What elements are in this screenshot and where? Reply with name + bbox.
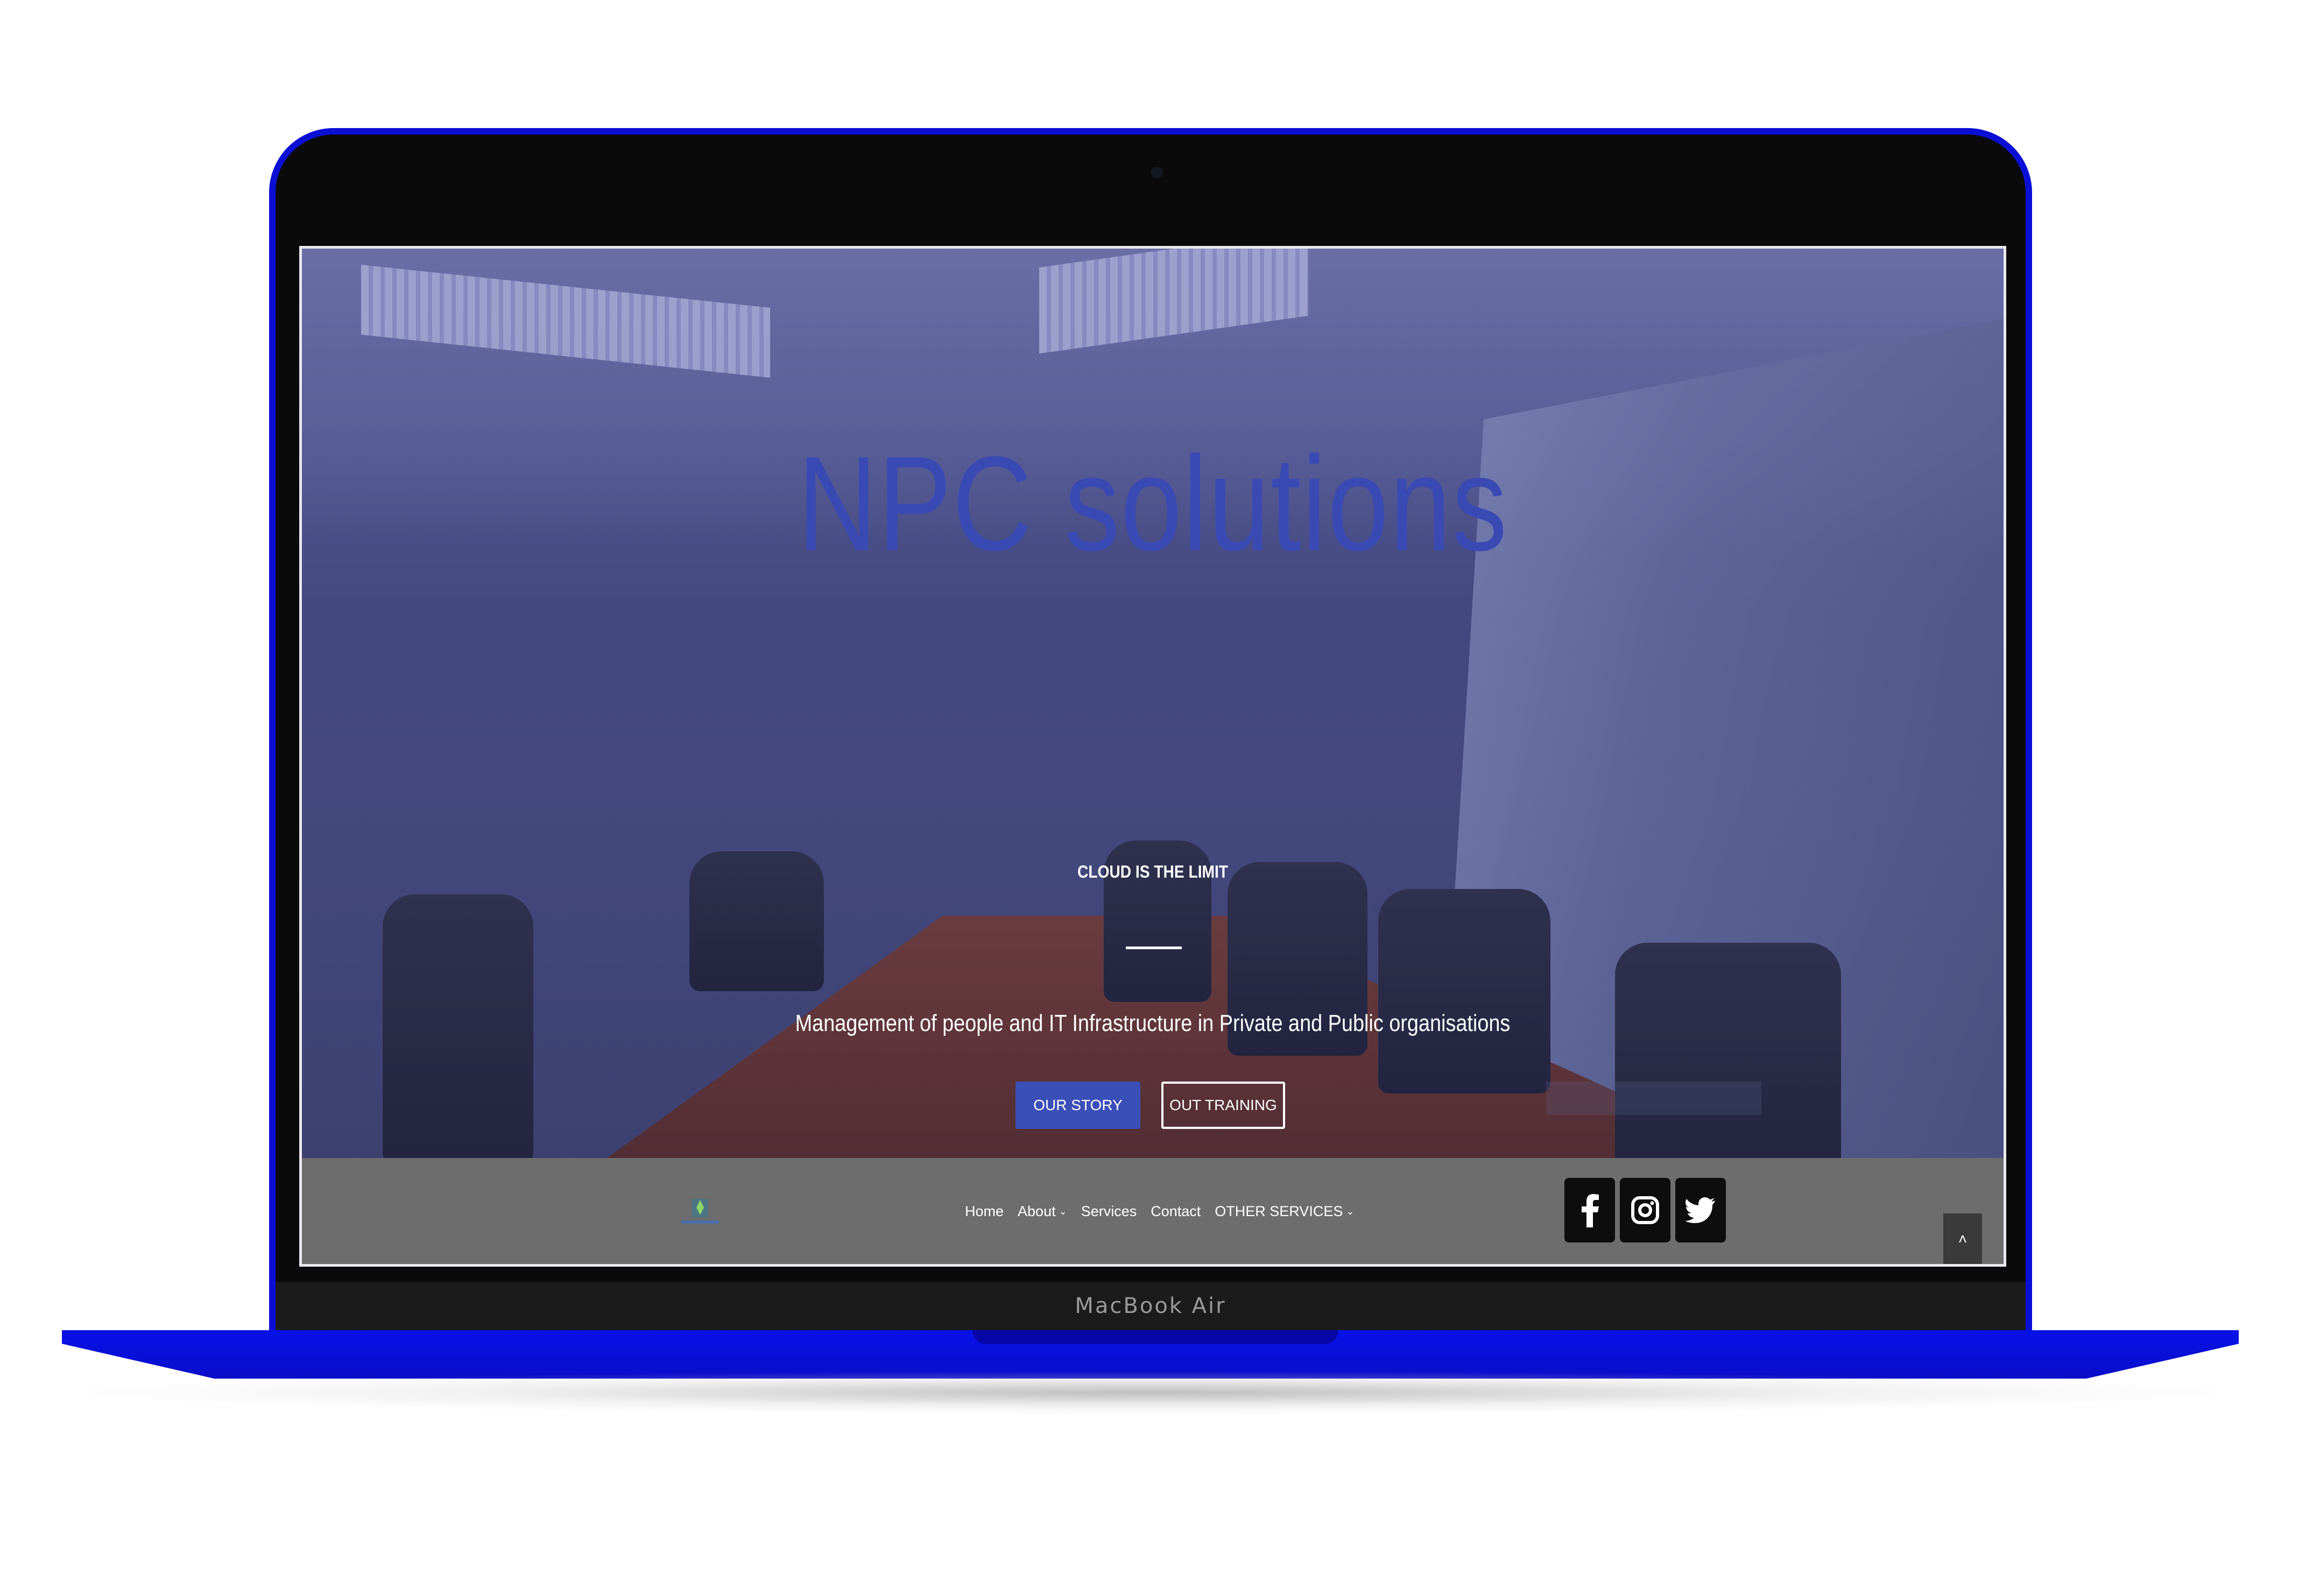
- nav-other-services-label: OTHER SERVICES: [1215, 1203, 1343, 1219]
- laptop-shadow: [86, 1371, 2217, 1414]
- nav-contact-label: Contact: [1151, 1203, 1201, 1219]
- laptop-notch: [972, 1330, 1338, 1344]
- hero-tagline: CLOUD IS THE LIMIT: [1077, 862, 1229, 881]
- our-story-button[interactable]: OUR STORY: [1015, 1082, 1140, 1129]
- twitter-icon: [1686, 1197, 1715, 1223]
- laptop-screen: NPC solutions CLOUD IS THE LIMIT Managem…: [299, 246, 2006, 1267]
- navbar: Home About ⌄ Services Contact OTHER SERV…: [302, 1158, 2004, 1264]
- hero-title: NPC solutions: [797, 428, 1508, 578]
- facebook-button[interactable]: [1564, 1178, 1615, 1242]
- ghost-overlay: [1546, 1082, 1761, 1115]
- camera-icon: [1151, 167, 1163, 179]
- site-logo[interactable]: [676, 1196, 724, 1228]
- main-nav: Home About ⌄ Services Contact OTHER SERV…: [965, 1203, 1354, 1220]
- our-training-button[interactable]: OUT TRAINING: [1161, 1082, 1285, 1129]
- nav-services[interactable]: Services: [1081, 1203, 1137, 1220]
- hero-subtitle: Management of people and IT Infrastructu…: [795, 1010, 1511, 1036]
- nav-home-label: Home: [965, 1203, 1004, 1219]
- facebook-icon: [1582, 1194, 1599, 1227]
- chevron-up-icon: ˄: [1958, 1230, 1967, 1247]
- scroll-top-button[interactable]: ˄: [1943, 1213, 1982, 1264]
- hero-divider: [1126, 947, 1182, 949]
- hero-background: NPC solutions CLOUD IS THE LIMIT Managem…: [302, 249, 2004, 1158]
- nav-about[interactable]: About ⌄: [1018, 1203, 1067, 1220]
- twitter-button[interactable]: [1675, 1178, 1726, 1242]
- instagram-icon: [1631, 1196, 1659, 1224]
- instagram-button[interactable]: [1620, 1178, 1670, 1242]
- hero-content: NPC solutions CLOUD IS THE LIMIT Managem…: [302, 249, 2004, 1158]
- nav-contact[interactable]: Contact: [1151, 1203, 1201, 1220]
- model-label: MacBook Air: [1075, 1294, 1226, 1318]
- nav-home[interactable]: Home: [965, 1203, 1004, 1220]
- chevron-down-icon: ⌄: [1059, 1206, 1067, 1217]
- laptop-bezel: MacBook Air: [276, 1282, 2026, 1330]
- nav-services-label: Services: [1081, 1203, 1137, 1219]
- nav-other-services[interactable]: OTHER SERVICES ⌄: [1215, 1203, 1354, 1220]
- chevron-down-icon: ⌄: [1346, 1206, 1355, 1217]
- nav-about-label: About: [1018, 1203, 1056, 1219]
